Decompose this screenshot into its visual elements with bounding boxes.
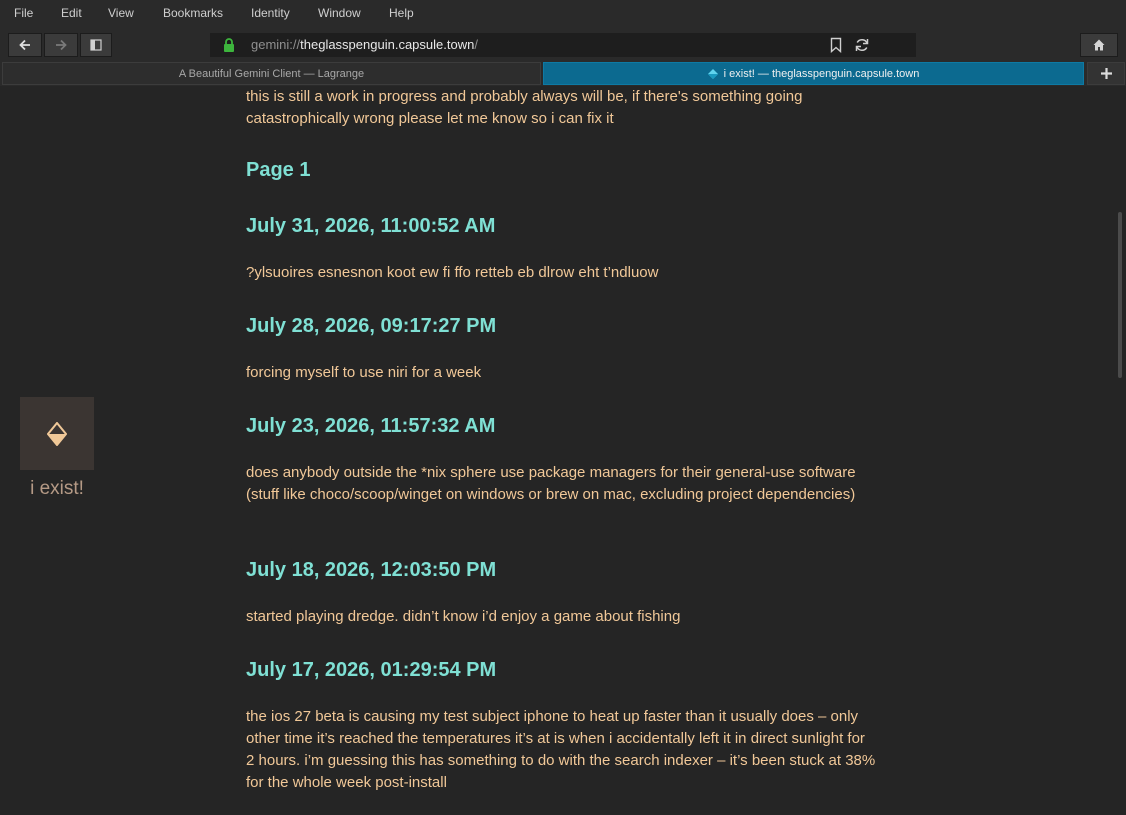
forward-button[interactable] bbox=[44, 33, 78, 57]
home-icon bbox=[1093, 39, 1105, 51]
menu-bar: File Edit View Bookmarks Identity Window… bbox=[0, 0, 1126, 28]
menu-bookmarks[interactable]: Bookmarks bbox=[163, 6, 223, 20]
arrow-right-icon bbox=[56, 39, 67, 51]
capsule-diamond-icon bbox=[707, 68, 718, 79]
tab-current[interactable]: i exist! — theglasspenguin.capsule.town bbox=[543, 62, 1084, 85]
scrollbar[interactable] bbox=[1118, 212, 1122, 378]
url-path: / bbox=[474, 37, 478, 52]
tab-label: A Beautiful Gemini Client — Lagrange bbox=[178, 67, 365, 80]
post-date: July 28, 2026, 09:17:27 PM bbox=[246, 315, 497, 337]
post-text: started playing dredge. didn’t know i’d … bbox=[246, 608, 681, 625]
page-heading: Page 1 bbox=[246, 159, 311, 181]
menu-help[interactable]: Help bbox=[389, 6, 414, 20]
capsule-logo bbox=[20, 397, 94, 470]
post-text: the ios 27 beta is causing my test subje… bbox=[246, 708, 876, 791]
url-bar[interactable]: gemini://theglasspenguin.capsule.town/ bbox=[210, 33, 916, 57]
back-button[interactable] bbox=[8, 33, 42, 57]
sidebar-toggle-button[interactable] bbox=[80, 33, 112, 57]
page-content: this is still a work in progress and pro… bbox=[0, 86, 1126, 815]
post-text: ?ylsuoires esnesnon koot ew fi ffo rette… bbox=[246, 264, 659, 281]
plus-icon bbox=[1100, 68, 1112, 79]
new-tab-button[interactable] bbox=[1087, 62, 1125, 85]
menu-file[interactable]: File bbox=[14, 6, 33, 20]
url-scheme: gemini:// bbox=[251, 37, 301, 52]
bookmark-icon[interactable] bbox=[830, 37, 842, 53]
post-date: July 18, 2026, 12:03:50 PM bbox=[246, 559, 497, 581]
tab-lagrange[interactable]: A Beautiful Gemini Client — Lagrange bbox=[2, 62, 541, 85]
intro-paragraph: this is still a work in progress and pro… bbox=[246, 88, 803, 127]
menu-identity[interactable]: Identity bbox=[251, 6, 290, 20]
post-date: July 23, 2026, 11:57:32 AM bbox=[246, 415, 496, 437]
post-text: does anybody outside the *nix sphere use… bbox=[246, 464, 856, 503]
sidebar-icon bbox=[90, 39, 102, 51]
tab-label: i exist! — theglasspenguin.capsule.town bbox=[723, 67, 920, 80]
post-date: July 17, 2026, 01:29:54 PM bbox=[246, 659, 497, 681]
menu-window[interactable]: Window bbox=[318, 6, 361, 20]
post-date: July 31, 2026, 11:00:52 AM bbox=[246, 215, 496, 237]
capsule-title: i exist! bbox=[30, 478, 84, 499]
tab-bar: A Beautiful Gemini Client — Lagrange i e… bbox=[0, 62, 1126, 87]
menu-view[interactable]: View bbox=[108, 6, 134, 20]
post-text: forcing myself to use niri for a week bbox=[246, 364, 482, 381]
url-text[interactable]: gemini://theglasspenguin.capsule.town/ bbox=[251, 37, 478, 52]
menu-edit[interactable]: Edit bbox=[61, 6, 82, 20]
home-button[interactable] bbox=[1080, 33, 1118, 57]
capsule-diamond-icon bbox=[47, 421, 67, 446]
lock-icon bbox=[224, 38, 234, 52]
url-host: theglasspenguin.capsule.town bbox=[300, 37, 475, 52]
arrow-left-icon bbox=[19, 39, 30, 51]
reload-icon[interactable] bbox=[854, 37, 870, 53]
